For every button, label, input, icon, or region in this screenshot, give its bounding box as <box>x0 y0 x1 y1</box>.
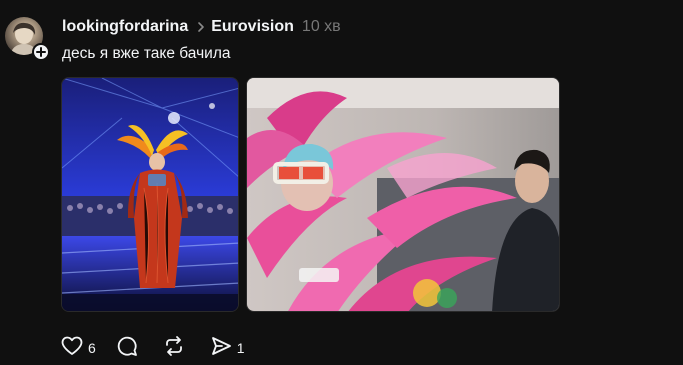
like-count: 6 <box>88 340 96 356</box>
post-image-2[interactable] <box>246 77 560 312</box>
post-image-1[interactable] <box>61 77 239 312</box>
thread-post: lookingfordarina Eurovision 10 хв десь я… <box>0 0 683 365</box>
send-icon <box>210 335 232 362</box>
share-button[interactable]: 1 <box>210 335 245 362</box>
comment-bubble-icon <box>116 335 138 362</box>
username-link[interactable]: lookingfordarina <box>62 18 188 36</box>
post-timestamp[interactable]: 10 хв <box>302 18 341 36</box>
share-count: 1 <box>236 340 245 356</box>
avatar-container[interactable] <box>5 17 50 61</box>
repost-icon <box>163 335 185 362</box>
comment-button[interactable] <box>116 335 143 362</box>
post-actions: 6 1 <box>61 335 265 362</box>
community-link[interactable]: Eurovision <box>211 18 294 36</box>
post-caption: десь я вже таке бачила <box>62 45 231 62</box>
like-button[interactable]: 6 <box>61 336 96 361</box>
follow-plus-icon[interactable] <box>32 43 50 61</box>
chevron-right-icon <box>197 21 205 33</box>
post-header: lookingfordarina Eurovision 10 хв <box>62 16 341 38</box>
heart-icon <box>61 336 83 361</box>
repost-button[interactable] <box>163 335 190 362</box>
